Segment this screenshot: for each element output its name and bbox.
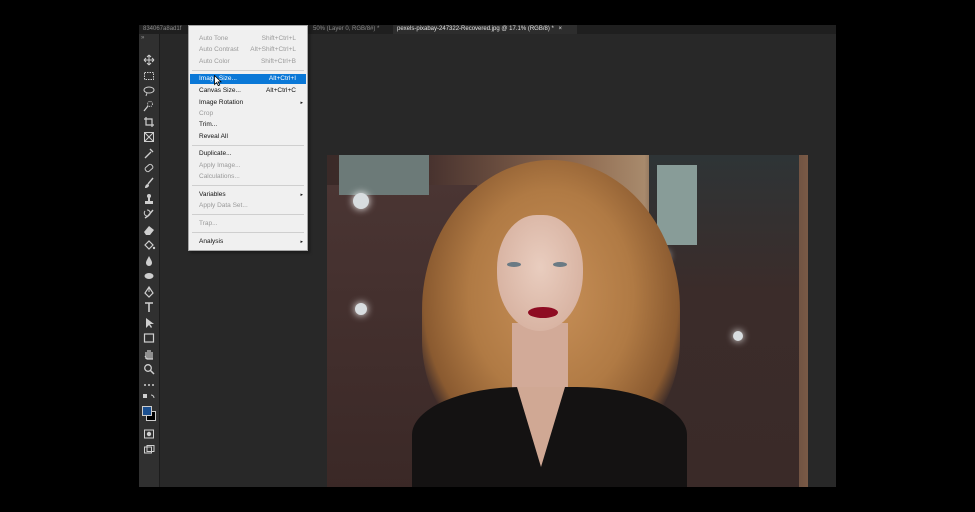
- menu-separator: [192, 232, 304, 233]
- menu-item-auto-tone[interactable]: Auto Tone Shift+Ctrl+L: [190, 34, 306, 44]
- path-select-icon[interactable]: [142, 317, 156, 329]
- image-lamp: [353, 193, 369, 209]
- menu-item-analysis[interactable]: Analysis ▸: [190, 237, 306, 247]
- document-tab[interactable]: 50% (Layer 0, RGB/8#) *: [309, 25, 397, 34]
- type-icon[interactable]: [142, 301, 156, 313]
- quick-select-icon[interactable]: [142, 100, 156, 112]
- menu-item-apply-data-set[interactable]: Apply Data Set...: [190, 201, 306, 211]
- clone-stamp-icon[interactable]: [142, 193, 156, 205]
- image-lamp: [733, 331, 743, 341]
- image-window-right: [657, 165, 697, 245]
- image-eye-left: [507, 262, 521, 267]
- document-image[interactable]: [327, 155, 808, 487]
- image-neck: [512, 323, 568, 393]
- image-menu-dropdown: Auto Tone Shift+Ctrl+L Auto Contrast Alt+S…: [188, 25, 308, 251]
- image-lips: [528, 307, 558, 318]
- menu-item-trim[interactable]: Trim...: [190, 120, 306, 130]
- eyedropper-icon[interactable]: [142, 147, 156, 159]
- history-brush-icon[interactable]: [142, 208, 156, 220]
- menu-item-auto-contrast[interactable]: Auto Contrast Alt+Shift+Ctrl+L: [190, 45, 306, 55]
- submenu-arrow-icon: ▸: [300, 239, 303, 245]
- menu-item-calculations[interactable]: Calculations...: [190, 172, 306, 182]
- healing-brush-icon[interactable]: [142, 162, 156, 174]
- screen-mode-icon[interactable]: [142, 444, 156, 456]
- menu-separator: [192, 145, 304, 146]
- zoom-icon[interactable]: [142, 363, 156, 375]
- marquee-icon[interactable]: [142, 70, 156, 82]
- submenu-arrow-icon: ▸: [300, 100, 303, 106]
- menu-separator: [192, 214, 304, 215]
- document-tab[interactable]: 834067a8ad1f: [139, 25, 191, 34]
- paint-bucket-icon[interactable]: [142, 239, 156, 251]
- frame-icon[interactable]: [142, 131, 156, 143]
- quick-mask-icon[interactable]: [142, 428, 156, 440]
- menu-item-duplicate[interactable]: Duplicate...: [190, 149, 306, 159]
- tab-label: 834067a8ad1f: [143, 26, 182, 32]
- dodge-icon[interactable]: [142, 270, 156, 282]
- submenu-arrow-icon: ▸: [300, 192, 303, 198]
- blur-icon[interactable]: [142, 255, 156, 267]
- collapse-panel-icon[interactable]: »: [141, 35, 144, 41]
- pen-icon[interactable]: [142, 286, 156, 298]
- move-icon[interactable]: [142, 54, 156, 66]
- menu-item-image-size[interactable]: Image Size... Alt+Ctrl+I: [190, 74, 306, 84]
- crop-icon[interactable]: [142, 116, 156, 128]
- image-eye-right: [553, 262, 567, 267]
- menu-item-canvas-size[interactable]: Canvas Size... Alt+Ctrl+C: [190, 86, 306, 96]
- menu-item-variables[interactable]: Variables ▸: [190, 190, 306, 200]
- menu-item-trap[interactable]: Trap...: [190, 219, 306, 229]
- image-lamp: [355, 303, 367, 315]
- menu-item-crop[interactable]: Crop: [190, 109, 306, 119]
- menu-separator: [192, 185, 304, 186]
- close-icon[interactable]: ×: [559, 26, 563, 32]
- brush-icon[interactable]: [142, 177, 156, 189]
- mouse-cursor-icon: [214, 75, 222, 86]
- rectangle-icon[interactable]: [142, 332, 156, 344]
- tab-label: pexels-pixabay-247322-Recovered.jpg @ 17…: [397, 26, 554, 32]
- image-neckline: [517, 387, 565, 467]
- menu-item-auto-color[interactable]: Auto Color Shift+Ctrl+B: [190, 57, 306, 67]
- menu-item-image-rotation[interactable]: Image Rotation ▸: [190, 98, 306, 108]
- hand-icon[interactable]: [142, 348, 156, 360]
- foreground-color-swatch[interactable]: [142, 406, 152, 416]
- menu-item-reveal-all[interactable]: Reveal All: [190, 132, 306, 142]
- more-tools-icon[interactable]: [142, 379, 156, 391]
- tools-panel: »: [139, 34, 160, 487]
- menu-separator: [192, 70, 304, 71]
- image-window-left: [339, 155, 429, 195]
- document-tab-active[interactable]: pexels-pixabay-247322-Recovered.jpg @ 17…: [393, 25, 577, 34]
- swap-colors-icon[interactable]: [142, 392, 156, 402]
- tab-label: 50% (Layer 0, RGB/8#) *: [313, 26, 380, 32]
- menu-item-apply-image[interactable]: Apply Image...: [190, 161, 306, 171]
- lasso-icon[interactable]: [142, 85, 156, 97]
- eraser-icon[interactable]: [142, 224, 156, 236]
